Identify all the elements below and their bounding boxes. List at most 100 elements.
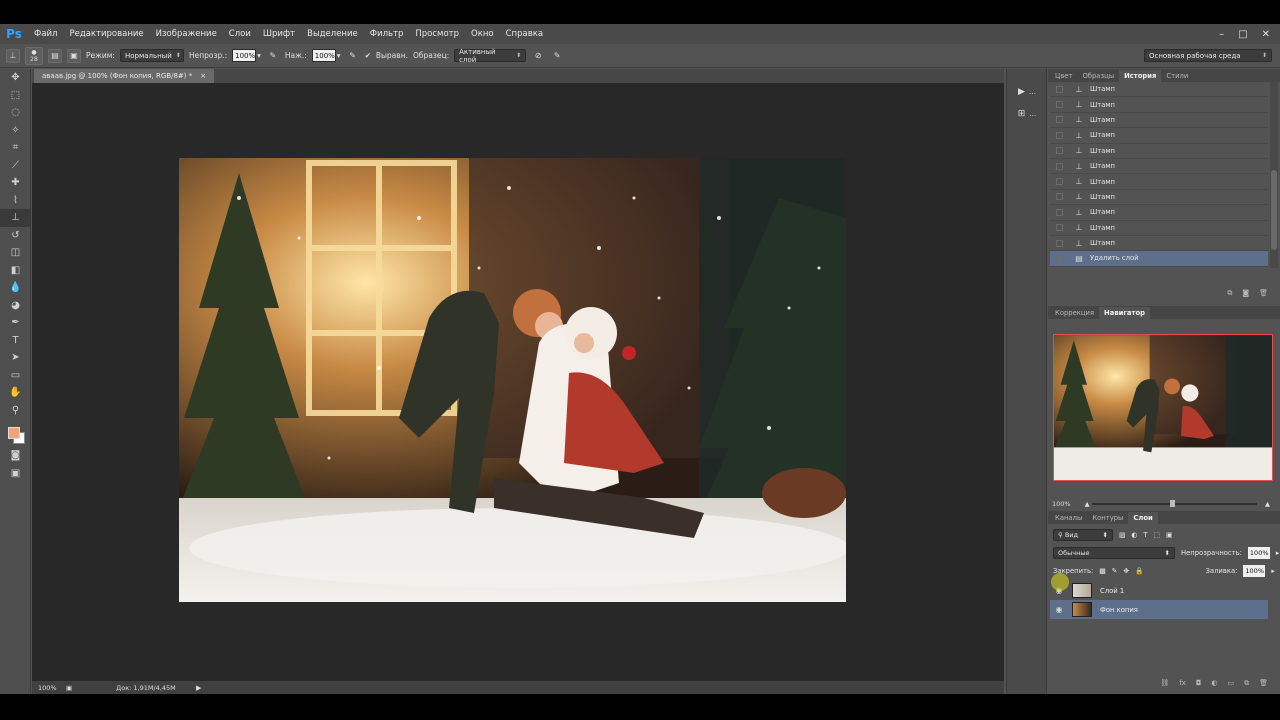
camera-snapshot-icon[interactable]: ◙	[1242, 289, 1249, 301]
tab-history[interactable]: История	[1119, 70, 1162, 82]
brush-tool-icon[interactable]: ⌇	[0, 192, 31, 210]
zoom-in-icon[interactable]: ▲	[1265, 500, 1270, 508]
layer-filter-select[interactable]: ⚲ Вид ⬍	[1053, 529, 1113, 541]
menu-edit[interactable]: Редактирование	[63, 24, 149, 44]
clone-source-icon[interactable]: ▣	[67, 48, 81, 63]
history-item[interactable]: ⊥ Штамп	[1050, 190, 1268, 206]
dodge-tool-icon[interactable]: ◕	[0, 297, 31, 315]
menu-type[interactable]: Шрифт	[257, 24, 301, 44]
trash-icon[interactable]: 🗑	[1259, 679, 1268, 692]
blend-mode-select[interactable]: Обычные ⬍	[1053, 547, 1175, 559]
lock-transparent-icon[interactable]: ▩	[1099, 567, 1105, 575]
new-document-from-state-icon[interactable]: ⧉	[1227, 289, 1232, 301]
scroll-thumb[interactable]	[1271, 170, 1277, 250]
trash-icon[interactable]: 🗑	[1259, 289, 1268, 301]
history-item-selected[interactable]: ▤ Удалить слой	[1050, 251, 1268, 267]
properties-panel-icon[interactable]: ⊞ …	[1007, 103, 1047, 125]
eye-icon[interactable]: ◉	[1050, 605, 1068, 614]
opacity-dropdown-icon[interactable]: ▾	[257, 51, 261, 60]
flow-input[interactable]: 100%	[311, 49, 336, 62]
layer-style-icon[interactable]: fx	[1179, 679, 1186, 692]
navigator-zoom-value[interactable]: 100%	[1052, 500, 1071, 508]
slider-thumb[interactable]	[1170, 500, 1175, 507]
layer-fill-input[interactable]: 100%	[1243, 565, 1266, 577]
clone-stamp-preset-icon[interactable]: ⊥	[6, 48, 20, 63]
lock-image-icon[interactable]: ✎	[1112, 567, 1118, 575]
minimize-button[interactable]: –	[1219, 29, 1224, 40]
zoom-tool-icon[interactable]: ⚲	[0, 402, 31, 420]
tab-styles[interactable]: Стили	[1161, 70, 1193, 82]
path-select-tool-icon[interactable]: ➤	[0, 349, 31, 367]
close-button[interactable]: ✕	[1262, 29, 1270, 40]
menu-help[interactable]: Справка	[500, 24, 549, 44]
move-tool-icon[interactable]: ✥	[0, 69, 31, 87]
status-menu-arrow-icon[interactable]: ▶	[196, 684, 201, 692]
lock-position-icon[interactable]: ✥	[1123, 567, 1129, 575]
mode-select[interactable]: Нормальный ⬍	[119, 49, 184, 62]
lock-all-icon[interactable]: 🔒	[1135, 567, 1143, 575]
tablet-pressure-size-icon[interactable]: ✎	[550, 49, 564, 63]
filter-adjustment-icon[interactable]: ◐	[1131, 531, 1137, 539]
history-item[interactable]: ⊥ Штамп	[1050, 128, 1268, 144]
aligned-checkbox[interactable]: ✔	[365, 51, 371, 60]
menu-select[interactable]: Выделение	[301, 24, 364, 44]
eyedropper-tool-icon[interactable]: ⟋	[0, 157, 31, 175]
layer-name[interactable]: Слой 1	[1100, 587, 1124, 595]
opacity-dropdown-icon[interactable]: ▸	[1276, 549, 1279, 557]
history-scrollbar[interactable]	[1270, 82, 1278, 268]
quick-select-tool-icon[interactable]: ✧	[0, 122, 31, 140]
tab-navigator[interactable]: Навигатор	[1099, 307, 1150, 319]
menu-window[interactable]: Окно	[465, 24, 500, 44]
history-item[interactable]: ⊥ Штамп	[1050, 221, 1268, 236]
marquee-tool-icon[interactable]: ⬚	[0, 87, 31, 105]
type-tool-icon[interactable]: T	[0, 332, 31, 350]
close-icon[interactable]: ×	[200, 72, 206, 80]
new-layer-icon[interactable]: ⧉	[1244, 679, 1249, 692]
menu-layers[interactable]: Слои	[223, 24, 257, 44]
layer-row[interactable]: ◉ Слой 1	[1050, 581, 1268, 600]
tab-layers[interactable]: Слои	[1128, 512, 1158, 524]
add-mask-icon[interactable]: ◘	[1196, 679, 1202, 692]
quick-mask-icon[interactable]: ◙	[0, 447, 31, 465]
hand-tool-icon[interactable]: ✋	[0, 384, 31, 402]
layer-opacity-input[interactable]: 100%	[1247, 547, 1270, 559]
lasso-tool-icon[interactable]: ◌	[0, 104, 31, 122]
tab-swatches[interactable]: Образцы	[1077, 70, 1119, 82]
fill-dropdown-icon[interactable]: ▸	[1271, 567, 1274, 575]
status-zoom[interactable]: 100%	[32, 684, 62, 692]
history-item[interactable]: ⊥ Штамп	[1050, 97, 1268, 113]
foreground-color-swatch[interactable]	[8, 427, 20, 439]
history-brush-tool-icon[interactable]: ↺	[0, 227, 31, 245]
layer-row-selected[interactable]: ◉ Фон копия	[1050, 600, 1268, 619]
navigator-zoom-slider[interactable]	[1092, 500, 1257, 507]
maximize-button[interactable]: □	[1238, 29, 1247, 40]
gradient-tool-icon[interactable]: ◧	[0, 262, 31, 280]
history-item[interactable]: ⊥ Штамп	[1050, 113, 1268, 129]
brush-size-picker[interactable]: ● 28	[25, 46, 43, 65]
crop-tool-icon[interactable]: ⌗	[0, 139, 31, 157]
document-tab[interactable]: аваав.jpg @ 100% (Фон копия, RGB/8#) * ×	[34, 69, 215, 83]
sample-select[interactable]: Активный слой ⬍	[454, 48, 527, 64]
healing-brush-tool-icon[interactable]: ✚	[0, 174, 31, 192]
layer-name[interactable]: Фон копия	[1100, 606, 1138, 614]
history-item[interactable]: ⊥ Штамп	[1050, 205, 1268, 221]
navigator-preview[interactable]	[1053, 334, 1273, 481]
ignore-adjustment-layers-icon[interactable]: ⊘	[531, 49, 545, 63]
filter-pixel-icon[interactable]: ▨	[1119, 531, 1125, 539]
eraser-tool-icon[interactable]: ◫	[0, 244, 31, 262]
zoom-out-icon[interactable]: ▲	[1085, 500, 1090, 508]
menu-image[interactable]: Изображение	[150, 24, 223, 44]
history-item[interactable]: ⊥ Штамп	[1050, 82, 1268, 98]
adjustment-layer-icon[interactable]: ◐	[1211, 679, 1217, 692]
actions-panel-icon[interactable]: ▶ …	[1007, 81, 1047, 103]
link-layers-icon[interactable]: ⛓	[1160, 679, 1169, 692]
status-info-icon[interactable]: ▣	[66, 684, 72, 692]
brush-panel-icon[interactable]: ▤	[48, 48, 62, 63]
menu-file[interactable]: Файл	[28, 24, 63, 44]
blur-tool-icon[interactable]: 💧	[0, 279, 31, 297]
menu-view[interactable]: Просмотр	[409, 24, 465, 44]
new-group-icon[interactable]: ▭	[1227, 679, 1234, 692]
color-swatches[interactable]	[0, 419, 31, 447]
history-item[interactable]: ⊥ Штамп	[1050, 144, 1268, 159]
flow-dropdown-icon[interactable]: ▾	[337, 51, 341, 60]
